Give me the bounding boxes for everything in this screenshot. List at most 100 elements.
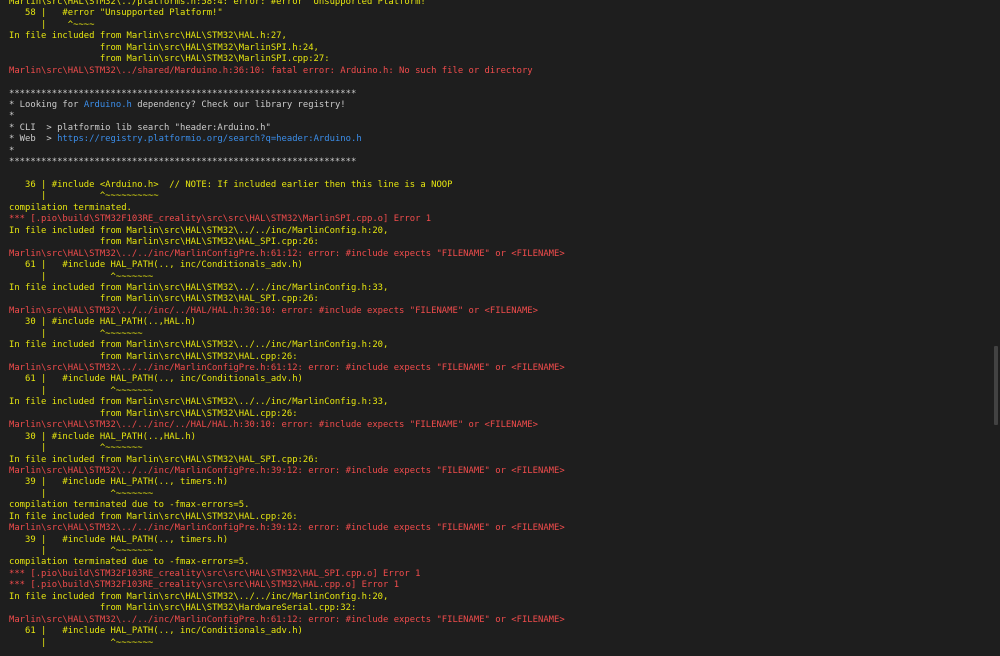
terminal-line: from Marlin\src\HAL\STM32\HAL_SPI.cpp:26… (9, 294, 986, 305)
terminal-link[interactable]: Arduino.h (84, 100, 132, 110)
terminal-text: 61 | #include HAL_PATH(.., inc/Condition… (9, 374, 303, 385)
terminal-text: | ^~~~~~~~ (9, 546, 154, 556)
terminal-line: | ^~~~~ (9, 20, 986, 31)
terminal-text: Marlin\src\HAL\STM32\../shared/Marduino.… (9, 65, 533, 76)
terminal-text: | ^~~~~~~~ (9, 488, 154, 499)
terminal-text: *** [.pio\build\STM32F103RE_creality\src… (9, 568, 421, 579)
terminal-line: * Looking for Arduino.h dependency? Chec… (9, 100, 986, 111)
terminal-line: Marlin\src\HAL\STM32\../../inc/MarlinCon… (9, 249, 986, 260)
terminal-text: 61 | #include HAL_PATH(.., inc/Condition… (9, 626, 303, 637)
terminal-line: 61 | #include HAL_PATH(.., inc/Condition… (9, 260, 986, 271)
terminal-text: Marlin\src\HAL\STM32\../../inc/MarlinCon… (9, 614, 565, 625)
terminal-text: In file included from Marlin\src\HAL\STM… (9, 31, 287, 42)
terminal-text: Marlin\src\HAL\STM32\../../inc/../HAL/HA… (9, 305, 538, 316)
terminal-text: * (9, 145, 15, 156)
terminal-text: from Marlin\src\HAL\STM32\HAL.cpp:26: (9, 351, 298, 362)
terminal-text: Marlin\src\HAL\STM32\../../inc/MarlinCon… (9, 523, 565, 534)
terminal-line: * (9, 146, 986, 157)
terminal-line: compilation terminated due to -fmax-erro… (9, 500, 986, 511)
terminal-line: *** [.pio\build\STM32F103RE_creality\src… (9, 214, 986, 225)
terminal-line: Marlin\src\HAL\STM32\../../inc/MarlinCon… (9, 615, 986, 626)
terminal-text: 36 | #include <Arduino.h> // NOTE: If in… (9, 180, 453, 190)
terminal-line: Marlin\src\HAL\STM32\../../inc/MarlinCon… (9, 523, 986, 534)
terminal-text: from Marlin\src\HAL\STM32\HAL.cpp:26: (9, 408, 298, 419)
terminal-text: from Marlin\src\HAL\STM32\HAL_SPI.cpp:26… (9, 237, 319, 248)
terminal-line: | ^~~~~~~~ (9, 272, 986, 283)
terminal-line: | ^~~~~~~~ (9, 489, 986, 500)
terminal-line: * (9, 111, 986, 122)
terminal-line: Marlin\src\HAL\STM32\../platforms.h:58:4… (9, 0, 986, 8)
terminal-panel[interactable]: Marlin\src\HAL\STM32\../platforms.h:58:4… (0, 0, 1000, 656)
terminal-text: | ^~~~~~~~ (9, 328, 143, 339)
terminal-line: 61 | #include HAL_PATH(.., inc/Condition… (9, 626, 986, 637)
terminal-line: In file included from Marlin\src\HAL\STM… (9, 512, 986, 523)
terminal-line: 61 | #include HAL_PATH(.., inc/Condition… (9, 374, 986, 385)
terminal-text: In file included from Marlin\src\HAL\STM… (9, 340, 389, 351)
terminal-line: In file included from Marlin\src\HAL\STM… (9, 592, 986, 603)
terminal-text: 58 | #error "Unsupported Platform!" (9, 8, 223, 19)
terminal-line: Marlin\src\HAL\STM32\../../inc/MarlinCon… (9, 466, 986, 477)
terminal-text: 39 | #include HAL_PATH(.., timers.h) (9, 534, 229, 545)
terminal-text: compilation terminated due to -fmax-erro… (9, 557, 250, 568)
scrollbar-thumb[interactable] (994, 346, 998, 425)
terminal-line: from Marlin\src\HAL\STM32\HardwareSerial… (9, 603, 986, 614)
terminal-line: Marlin\src\HAL\STM32\../../inc/../HAL/HA… (9, 420, 986, 431)
terminal-text: ****************************************… (9, 157, 357, 168)
terminal-text: In file included from Marlin\src\HAL\STM… (9, 454, 319, 465)
terminal-line: compilation terminated due to -fmax-erro… (9, 557, 986, 568)
terminal-line: In file included from Marlin\src\HAL\STM… (9, 397, 986, 408)
terminal-text: compilation terminated. (9, 202, 132, 213)
terminal-line: from Marlin\src\HAL\STM32\HAL.cpp:26: (9, 409, 986, 420)
terminal-text: In file included from Marlin\src\HAL\STM… (9, 397, 389, 408)
terminal-line: Marlin\src\HAL\STM32\../../inc/MarlinCon… (9, 363, 986, 374)
terminal-scrollbar[interactable] (986, 0, 1000, 656)
terminal-line: from Marlin\src\HAL\STM32\MarlinSPI.cpp:… (9, 54, 986, 65)
terminal-text: | ^~~~~~~~~~~ (9, 191, 159, 202)
terminal-text: * Web > (9, 134, 58, 145)
terminal-line: In file included from Marlin\src\HAL\STM… (9, 226, 986, 237)
terminal-line: 30 | #include HAL_PATH(..,HAL.h) (9, 317, 986, 328)
terminal-line: 30 | #include HAL_PATH(..,HAL.h) (9, 432, 986, 443)
terminal-line: 58 | #error "Unsupported Platform!" (9, 8, 986, 19)
terminal-line: from Marlin\src\HAL\STM32\MarlinSPI.h:24… (9, 43, 986, 54)
terminal-text: dependency? Check our library registry! (131, 99, 346, 110)
terminal-line: In file included from Marlin\src\HAL\STM… (9, 455, 986, 466)
terminal-text: | ^~~~~~~~ (9, 385, 154, 396)
terminal-text: compilation terminated due to -fmax-erro… (9, 500, 250, 511)
terminal-line: 39 | #include HAL_PATH(.., timers.h) (9, 535, 986, 546)
terminal-text: Marlin\src\HAL\STM32\../platforms.h:58:4… (9, 0, 432, 7)
terminal-output[interactable]: Marlin\src\HAL\STM32\../platforms.h:58:4… (9, 0, 986, 649)
terminal-text: * Looking for (9, 99, 84, 110)
terminal-line: * CLI > platformio lib search "header:Ar… (9, 123, 986, 134)
terminal-line: In file included from Marlin\src\HAL\STM… (9, 283, 986, 294)
terminal-text: | ^~~~~~~~ (9, 271, 154, 282)
terminal-line: *** [.pio\build\STM32F103RE_creality\src… (9, 580, 986, 591)
terminal-link[interactable]: https://registry.platformio.org/search?q… (57, 134, 362, 144)
terminal-line: | ^~~~~~~~ (9, 546, 986, 557)
terminal-text: 61 | #include HAL_PATH(.., inc/Condition… (9, 260, 303, 271)
terminal-text: Marlin\src\HAL\STM32\../../inc/MarlinCon… (9, 248, 565, 259)
terminal-text: from Marlin\src\HAL\STM32\MarlinSPI.h:24… (9, 42, 319, 53)
terminal-line: from Marlin\src\HAL\STM32\HAL_SPI.cpp:26… (9, 237, 986, 248)
terminal-line: 36 | #include <Arduino.h> // NOTE: If in… (9, 180, 986, 191)
terminal-text: In file included from Marlin\src\HAL\STM… (9, 225, 389, 236)
terminal-text: In file included from Marlin\src\HAL\STM… (9, 591, 389, 602)
terminal-line: Marlin\src\HAL\STM32\../shared/Marduino.… (9, 66, 986, 77)
terminal-line: | ^~~~~~~~ (9, 386, 986, 397)
terminal-line: ****************************************… (9, 157, 986, 168)
terminal-text: | ^~~~~ (9, 19, 95, 30)
terminal-line: In file included from Marlin\src\HAL\STM… (9, 340, 986, 351)
terminal-line: from Marlin\src\HAL\STM32\HAL.cpp:26: (9, 352, 986, 363)
terminal-text: * (9, 111, 15, 122)
terminal-text: ****************************************… (9, 88, 357, 99)
terminal-text: Marlin\src\HAL\STM32\../../inc/../HAL/HA… (9, 420, 538, 431)
terminal-text: In file included from Marlin\src\HAL\STM… (9, 511, 298, 522)
terminal-text: *** [.pio\build\STM32F103RE_creality\src… (9, 214, 432, 225)
terminal-text: 39 | #include HAL_PATH(.., timers.h) (9, 477, 229, 488)
terminal-text: Marlin\src\HAL\STM32\../../inc/MarlinCon… (9, 465, 565, 476)
terminal-text: * CLI > platformio lib search "header:Ar… (9, 122, 271, 133)
terminal-line: compilation terminated. (9, 203, 986, 214)
terminal-text: from Marlin\src\HAL\STM32\MarlinSPI.cpp:… (9, 54, 330, 65)
